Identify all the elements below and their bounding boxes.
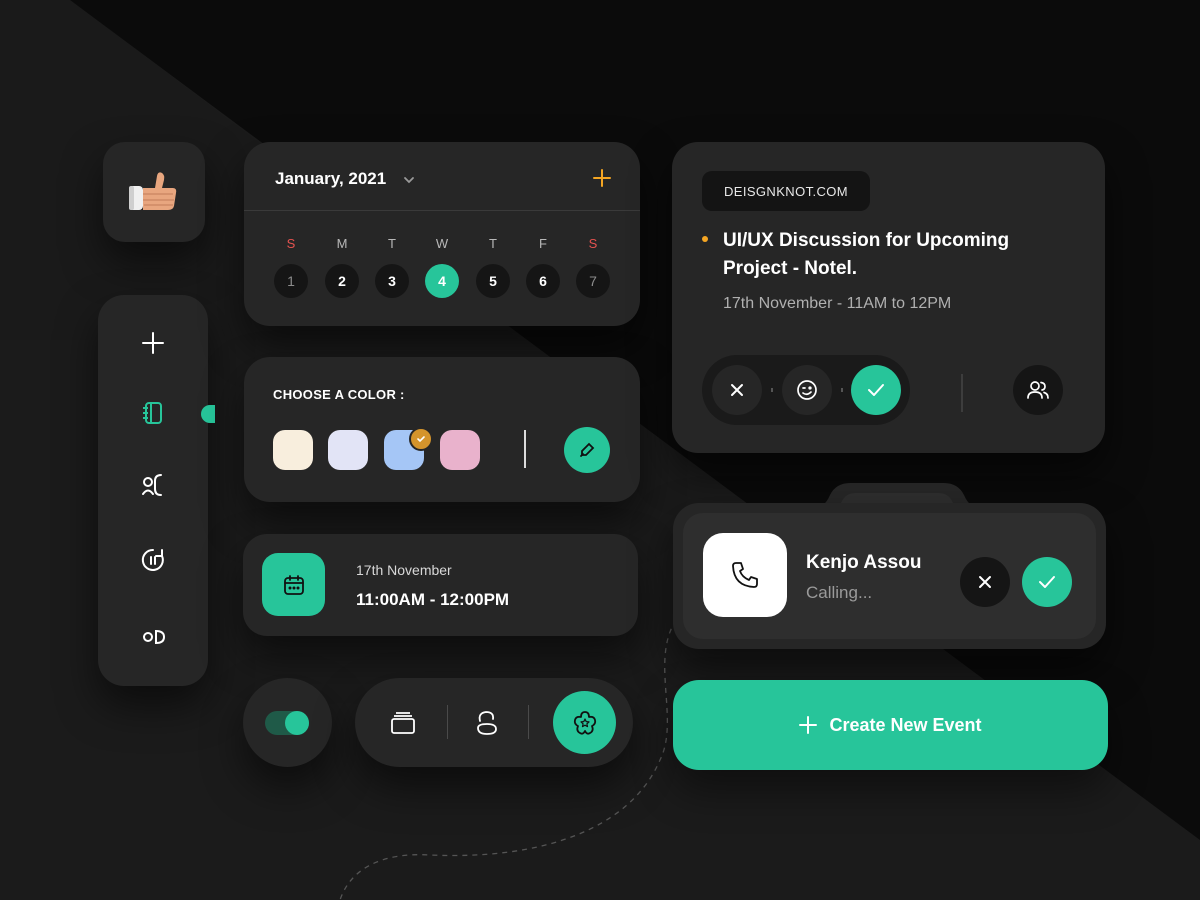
reject-call-button[interactable] bbox=[960, 557, 1010, 607]
caller-name: Kenjo Assou bbox=[806, 552, 922, 573]
calendar-day[interactable]: 3 bbox=[375, 264, 409, 298]
chevron-down-icon bbox=[404, 176, 414, 183]
color-swatch[interactable] bbox=[273, 430, 313, 470]
calendar-card: January, 2021 S M T W T F S 1 2 3 4 5 6 … bbox=[244, 142, 640, 326]
bean-button[interactable] bbox=[467, 703, 507, 743]
favorite-button[interactable] bbox=[553, 691, 616, 754]
toggle-icon bbox=[143, 629, 166, 645]
eyedropper-button[interactable] bbox=[564, 427, 610, 473]
active-indicator bbox=[201, 405, 215, 423]
divider bbox=[961, 374, 963, 412]
contacts-icon bbox=[142, 474, 162, 496]
decline-button[interactable] bbox=[712, 365, 762, 415]
month-label: January, 2021 bbox=[275, 169, 387, 188]
weekday-label: S bbox=[286, 236, 296, 251]
time-card-date: 17th November bbox=[356, 562, 452, 578]
create-event-label: Create New Event bbox=[829, 714, 982, 735]
calendar-day-selected[interactable]: 4 bbox=[425, 264, 459, 298]
phone-icon bbox=[732, 562, 758, 588]
eyedropper-icon bbox=[580, 442, 595, 457]
plus-icon bbox=[142, 332, 164, 354]
call-card: Kenjo Assou Calling... bbox=[673, 503, 1106, 649]
event-title: UI/UX Discussion for Upcoming Project - … bbox=[723, 227, 1009, 283]
sidebar-contacts-button[interactable] bbox=[133, 465, 173, 505]
thumbs-up-tile[interactable] bbox=[103, 142, 205, 242]
accept-button[interactable] bbox=[851, 365, 901, 415]
bullet-dot bbox=[702, 236, 708, 242]
weekday-label: T bbox=[489, 236, 497, 251]
plus-icon bbox=[593, 169, 611, 187]
calendar-day[interactable]: 5 bbox=[476, 264, 510, 298]
calendar-day[interactable]: 7 bbox=[576, 264, 610, 298]
color-swatch[interactable] bbox=[328, 430, 368, 470]
event-card: DEISGNKNOT.COM UI/UX Discussion for Upco… bbox=[672, 142, 1105, 453]
create-event-button[interactable]: Create New Event bbox=[673, 680, 1108, 770]
cards-icon bbox=[391, 712, 415, 734]
color-picker-card: CHOOSE A COLOR : bbox=[244, 357, 640, 502]
nav-pill bbox=[355, 678, 633, 767]
accept-call-button[interactable] bbox=[1022, 557, 1072, 607]
divider bbox=[244, 210, 640, 211]
weekday-label: T bbox=[388, 236, 396, 251]
timer-icon bbox=[141, 548, 164, 571]
call-status: Calling... bbox=[806, 583, 873, 602]
check-icon bbox=[409, 427, 433, 451]
users-icon bbox=[1027, 381, 1049, 399]
weekday-label: F bbox=[539, 236, 547, 251]
divider bbox=[771, 388, 773, 392]
calendar-day[interactable]: 2 bbox=[325, 264, 359, 298]
weekday-label: W bbox=[435, 236, 449, 251]
divider bbox=[528, 705, 529, 739]
notebook-icon bbox=[143, 402, 162, 424]
plus-icon bbox=[799, 716, 818, 734]
add-event-button[interactable] bbox=[590, 166, 614, 190]
sidebar-notebook-button[interactable] bbox=[133, 393, 173, 433]
calendar-icon bbox=[283, 574, 304, 595]
event-title-line: Project - Notel. bbox=[723, 258, 858, 279]
calendar-day[interactable]: 6 bbox=[526, 264, 560, 298]
flower-star-icon bbox=[573, 710, 596, 735]
wink-icon bbox=[797, 380, 817, 400]
sidebar-toggle-button[interactable] bbox=[133, 617, 173, 657]
event-tag[interactable]: DEISGNKNOT.COM bbox=[702, 171, 870, 211]
toggle-card bbox=[243, 678, 332, 767]
cards-button[interactable] bbox=[383, 703, 423, 743]
thumbs-up-icon bbox=[129, 172, 177, 210]
maybe-button[interactable] bbox=[782, 365, 832, 415]
bean-icon bbox=[477, 711, 497, 735]
weekday-label: M bbox=[336, 236, 348, 251]
calendar-icon-tile bbox=[262, 553, 325, 616]
close-icon bbox=[979, 576, 991, 588]
check-icon bbox=[868, 384, 884, 396]
phone-tile bbox=[703, 533, 787, 617]
divider bbox=[841, 388, 843, 392]
event-title-line: UI/UX Discussion for Upcoming bbox=[723, 230, 1010, 251]
sidebar bbox=[98, 295, 215, 686]
toggle-switch[interactable] bbox=[265, 711, 309, 735]
calendar-day[interactable]: 1 bbox=[274, 264, 308, 298]
check-icon bbox=[1039, 576, 1055, 588]
divider bbox=[524, 430, 526, 468]
attendees-button[interactable] bbox=[1013, 365, 1063, 415]
sidebar-timer-button[interactable] bbox=[133, 540, 173, 580]
weekday-label: S bbox=[588, 236, 598, 251]
time-card-range: 11:00AM - 12:00PM bbox=[356, 590, 510, 609]
color-swatch[interactable] bbox=[440, 430, 480, 470]
toggle-knob bbox=[285, 711, 309, 735]
color-picker-label: CHOOSE A COLOR : bbox=[273, 387, 405, 402]
time-card[interactable]: 17th November 11:00AM - 12:00PM bbox=[243, 534, 638, 636]
close-icon bbox=[731, 384, 743, 396]
sidebar-add-button[interactable] bbox=[133, 323, 173, 363]
divider bbox=[447, 705, 448, 739]
month-selector[interactable]: January, 2021 bbox=[275, 169, 415, 189]
event-schedule: 17th November - 11AM to 12PM bbox=[723, 295, 952, 312]
